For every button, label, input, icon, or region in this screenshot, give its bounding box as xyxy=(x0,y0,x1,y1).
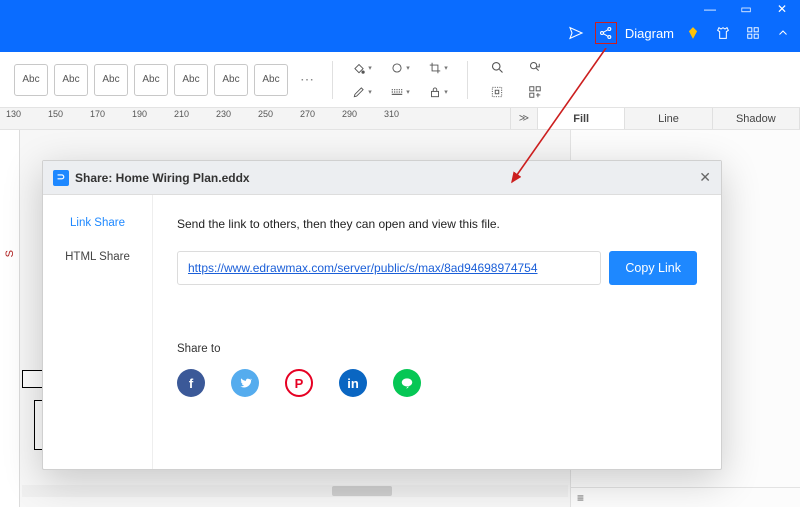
share-link[interactable]: https://www.edrawmax.com/server/public/s… xyxy=(188,261,538,275)
share-link-field[interactable]: https://www.edrawmax.com/server/public/s… xyxy=(177,251,601,285)
horizontal-scrollbar[interactable] xyxy=(22,485,568,497)
divider xyxy=(332,61,333,99)
ruler-tick: 150 xyxy=(48,109,63,119)
line-style-icon[interactable]: ▾ xyxy=(385,82,415,102)
app-logo-icon: ⊃ xyxy=(53,170,69,186)
maximize-button[interactable]: ▭ xyxy=(728,0,764,18)
ruler-tick: 230 xyxy=(216,109,231,119)
crop-tool-icon[interactable]: ▾ xyxy=(423,58,453,78)
style-preset[interactable]: Abc xyxy=(214,64,248,96)
dialog-description: Send the link to others, then they can o… xyxy=(177,217,697,231)
send-icon[interactable] xyxy=(565,22,587,44)
ruler-tick: 270 xyxy=(300,109,315,119)
style-preset[interactable]: Abc xyxy=(94,64,128,96)
collapse-ribbon-icon[interactable] xyxy=(772,22,794,44)
ruler-tick: 130 xyxy=(6,109,21,119)
tshirt-icon[interactable] xyxy=(712,22,734,44)
divider xyxy=(467,61,468,99)
style-preset[interactable]: Abc xyxy=(54,64,88,96)
pen-tool-icon[interactable]: ▾ xyxy=(347,82,377,102)
social-buttons: f P in xyxy=(177,369,697,397)
share-dialog: ⊃ Share: Home Wiring Plan.eddx ✕ Link Sh… xyxy=(42,160,722,470)
linkedin-icon[interactable]: in xyxy=(339,369,367,397)
line-icon[interactable] xyxy=(393,369,421,397)
ruler-bar: 130 150 170 190 210 230 250 270 290 310 … xyxy=(0,108,800,130)
style-preset[interactable]: Abc xyxy=(14,64,48,96)
vertical-ruler: S xyxy=(0,130,20,507)
components-icon[interactable] xyxy=(520,82,550,102)
tab-fill[interactable]: Fill xyxy=(538,108,625,129)
dialog-title: Share: Home Wiring Plan.eddx xyxy=(75,171,250,185)
minimize-button[interactable]: — xyxy=(692,0,728,18)
tab-line[interactable]: Line xyxy=(625,108,712,129)
pinterest-icon[interactable]: P xyxy=(285,369,313,397)
share-to-label: Share to xyxy=(177,343,697,355)
share-icon[interactable] xyxy=(595,22,617,44)
twitter-icon[interactable] xyxy=(231,369,259,397)
dialog-header: ⊃ Share: Home Wiring Plan.eddx ✕ xyxy=(43,161,721,195)
style-preset-group: Abc Abc Abc Abc Abc Abc Abc xyxy=(14,64,288,96)
dialog-sidebar: Link Share HTML Share xyxy=(43,195,153,469)
facebook-icon[interactable]: f xyxy=(177,369,205,397)
close-window-button[interactable]: ✕ xyxy=(764,0,800,18)
dialog-close-button[interactable]: ✕ xyxy=(699,169,711,186)
titlebar-right: Diagram xyxy=(565,22,794,44)
tab-html-share[interactable]: HTML Share xyxy=(65,251,130,263)
shape-tool-icon[interactable]: ▾ xyxy=(385,58,415,78)
search-icon[interactable] xyxy=(482,58,512,78)
ruler: 130 150 170 190 210 230 250 270 290 310 xyxy=(0,108,510,129)
style-preset[interactable]: Abc xyxy=(134,64,168,96)
tool-row: Abc Abc Abc Abc Abc Abc Abc ⋯ ▾ ▾ ▾ ▾ ▾ … xyxy=(0,52,800,108)
collapse-panel-button[interactable]: ≫ xyxy=(510,108,538,129)
ruler-tick: 250 xyxy=(258,109,273,119)
replace-icon[interactable] xyxy=(520,58,550,78)
side-panel-header: ≫ Fill Line Shadow xyxy=(510,108,800,129)
title-bar: — ▭ ✕ Diagram xyxy=(0,0,800,52)
canvas-label: S xyxy=(4,250,16,257)
ruler-tick: 210 xyxy=(174,109,189,119)
style-preset[interactable]: Abc xyxy=(174,64,208,96)
app-name-label: Diagram xyxy=(625,26,674,41)
more-presets-icon[interactable]: ⋯ xyxy=(296,71,318,88)
diamond-icon[interactable] xyxy=(682,22,704,44)
ruler-tick: 190 xyxy=(132,109,147,119)
tab-shadow[interactable]: Shadow xyxy=(713,108,800,129)
select-all-icon[interactable] xyxy=(482,82,512,102)
panel-footer-icon[interactable]: ≡ xyxy=(571,487,800,507)
apps-icon[interactable] xyxy=(742,22,764,44)
style-preset[interactable]: Abc xyxy=(254,64,288,96)
fill-tool-icon[interactable]: ▾ xyxy=(347,58,377,78)
dialog-main: Send the link to others, then they can o… xyxy=(153,195,721,469)
ruler-tick: 310 xyxy=(384,109,399,119)
tab-link-share[interactable]: Link Share xyxy=(70,217,125,229)
copy-link-button[interactable]: Copy Link xyxy=(609,251,697,285)
ruler-tick: 290 xyxy=(342,109,357,119)
lock-tool-icon[interactable]: ▾ xyxy=(423,82,453,102)
ruler-tick: 170 xyxy=(90,109,105,119)
window-controls: — ▭ ✕ xyxy=(692,0,800,18)
